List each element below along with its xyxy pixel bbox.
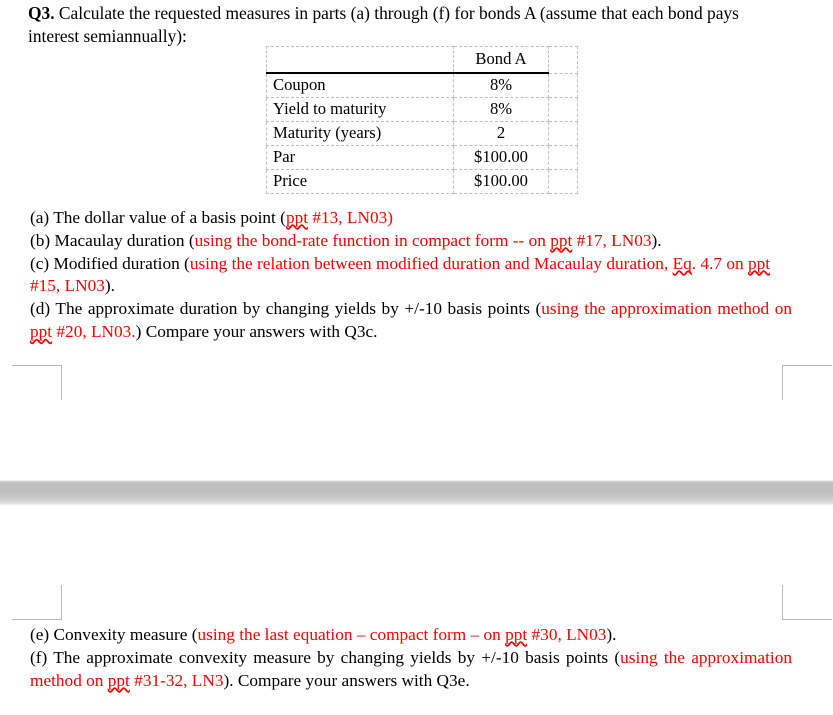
crop-mark-top-right-vertical [782, 365, 783, 400]
part-b-text-red: using the bond-rate function in compact … [194, 230, 551, 250]
question-statement: Q3. Calculate the requested measures in … [28, 2, 793, 48]
part-d-text-red-tail: #20, LN03. [52, 322, 136, 342]
parts-list-bottom: (e) Convexity measure (using the last eq… [30, 624, 792, 692]
row-spacer-coupon [548, 72, 578, 98]
table-header-spacer [548, 46, 578, 74]
part-f: (f) The approximate convexity measure by… [30, 647, 792, 693]
part-b-text-black: (b) Macaulay duration ( [30, 230, 195, 250]
part-d-text-black: (d) The approximate duration by changing… [30, 299, 542, 319]
table-header-blank [266, 46, 454, 74]
part-e-text-red: using the last equation – compact form –… [197, 625, 506, 644]
part-d-text-red: using the approximation method on [541, 299, 793, 319]
crop-mark-top-right-horizontal [782, 365, 832, 366]
part-c-text-black: (c) Modified duration ( [30, 253, 190, 273]
part-c-misspelled-word-eq: Eq [672, 253, 692, 273]
part-d-text-black-tail: ) Compare your answers with Q3c. [135, 322, 378, 342]
bond-table: Bond A Coupon 8% Yield to maturity 8% Ma… [266, 46, 578, 194]
crop-mark-bottom-left-horizontal [12, 619, 62, 620]
part-b-misspelled-word: ppt [550, 230, 573, 250]
crop-mark-bottom-left-vertical [61, 585, 62, 620]
crop-mark-bottom-left [12, 585, 62, 620]
row-label-par: Par [266, 145, 454, 170]
table-row: Price $100.00 [266, 169, 578, 194]
crop-mark-bottom-right [782, 585, 832, 620]
table-row: Yield to maturity 8% [266, 97, 578, 122]
row-label-coupon: Coupon [266, 72, 454, 98]
parts-list-top: (a) The dollar value of a basis point (p… [30, 207, 792, 344]
bond-table-container: Bond A Coupon 8% Yield to maturity 8% Ma… [266, 46, 578, 194]
table-row: Maturity (years) 2 [266, 121, 578, 146]
part-f-text-black-tail: ). Compare your answers with Q3e. [223, 670, 470, 690]
row-label-maturity-years: Maturity (years) [266, 121, 454, 146]
crop-mark-top-right [782, 365, 832, 400]
part-f-text-red-tail: #31-32, LN3 [129, 670, 224, 690]
part-f-misspelled-word: ppt [107, 670, 130, 690]
row-spacer-yield-to-maturity [548, 97, 578, 122]
row-label-yield-to-maturity: Yield to maturity [266, 97, 454, 122]
part-c-text-red-tail: #15, LN03 [30, 276, 105, 296]
table-header-bond-a: Bond A [453, 46, 549, 74]
part-b: (b) Macaulay duration (using the bond-ra… [30, 230, 792, 253]
row-label-price: Price [266, 169, 454, 194]
crop-mark-top-left-horizontal [12, 365, 62, 366]
part-c-text-red-mid: . 4.7 on [691, 253, 748, 273]
part-d-misspelled-word: ppt [30, 322, 53, 342]
part-b-text-black-tail: ). [651, 230, 662, 250]
row-spacer-par [548, 145, 578, 170]
part-c-text-black-tail: ). [104, 276, 115, 296]
part-a-text-black: (a) The dollar value of a basis point ( [30, 208, 286, 227]
part-a-text-red: #13, LN03) [308, 208, 393, 227]
question-text: Calculate the requested measures in part… [28, 3, 739, 46]
table-row: Coupon 8% [266, 72, 578, 98]
crop-mark-top-left-vertical [61, 365, 62, 400]
row-spacer-maturity-years [548, 121, 578, 146]
crop-mark-bottom-right-horizontal [782, 619, 832, 620]
part-e-misspelled-word: ppt [505, 625, 528, 644]
row-value-yield-to-maturity: 8% [453, 97, 549, 122]
crop-mark-top-left [12, 365, 62, 400]
crop-mark-bottom-right-vertical [782, 585, 783, 620]
part-c-text-red: using the relation between modified dura… [189, 253, 673, 273]
part-b-text-red-tail: #17, LN03 [572, 230, 652, 250]
document-page: Q3. Calculate the requested measures in … [0, 0, 833, 715]
part-e-text-black-tail: ). [606, 625, 617, 644]
question-number: Q3. [28, 3, 55, 23]
row-value-par: $100.00 [453, 145, 549, 170]
table-row: Par $100.00 [266, 145, 578, 170]
part-d: (d) The approximate duration by changing… [30, 298, 792, 344]
part-e-text-red-tail: #30, LN03 [527, 625, 607, 644]
part-e-text-black: (e) Convexity measure ( [30, 625, 198, 644]
row-value-coupon: 8% [453, 72, 549, 98]
page-break-separator [0, 480, 833, 506]
table-header-row: Bond A [266, 46, 578, 74]
part-e: (e) Convexity measure (using the last eq… [30, 624, 792, 647]
row-spacer-price [548, 169, 578, 194]
part-a: (a) The dollar value of a basis point (p… [30, 207, 792, 230]
part-a-misspelled-word: ppt [285, 208, 309, 227]
row-value-maturity-years: 2 [453, 121, 549, 146]
part-f-text-black: (f) The approximate convexity measure by… [30, 647, 621, 667]
row-value-price: $100.00 [453, 169, 549, 194]
part-c: (c) Modified duration (using the relatio… [30, 253, 792, 299]
part-c-misspelled-word-ppt: ppt [747, 253, 771, 273]
